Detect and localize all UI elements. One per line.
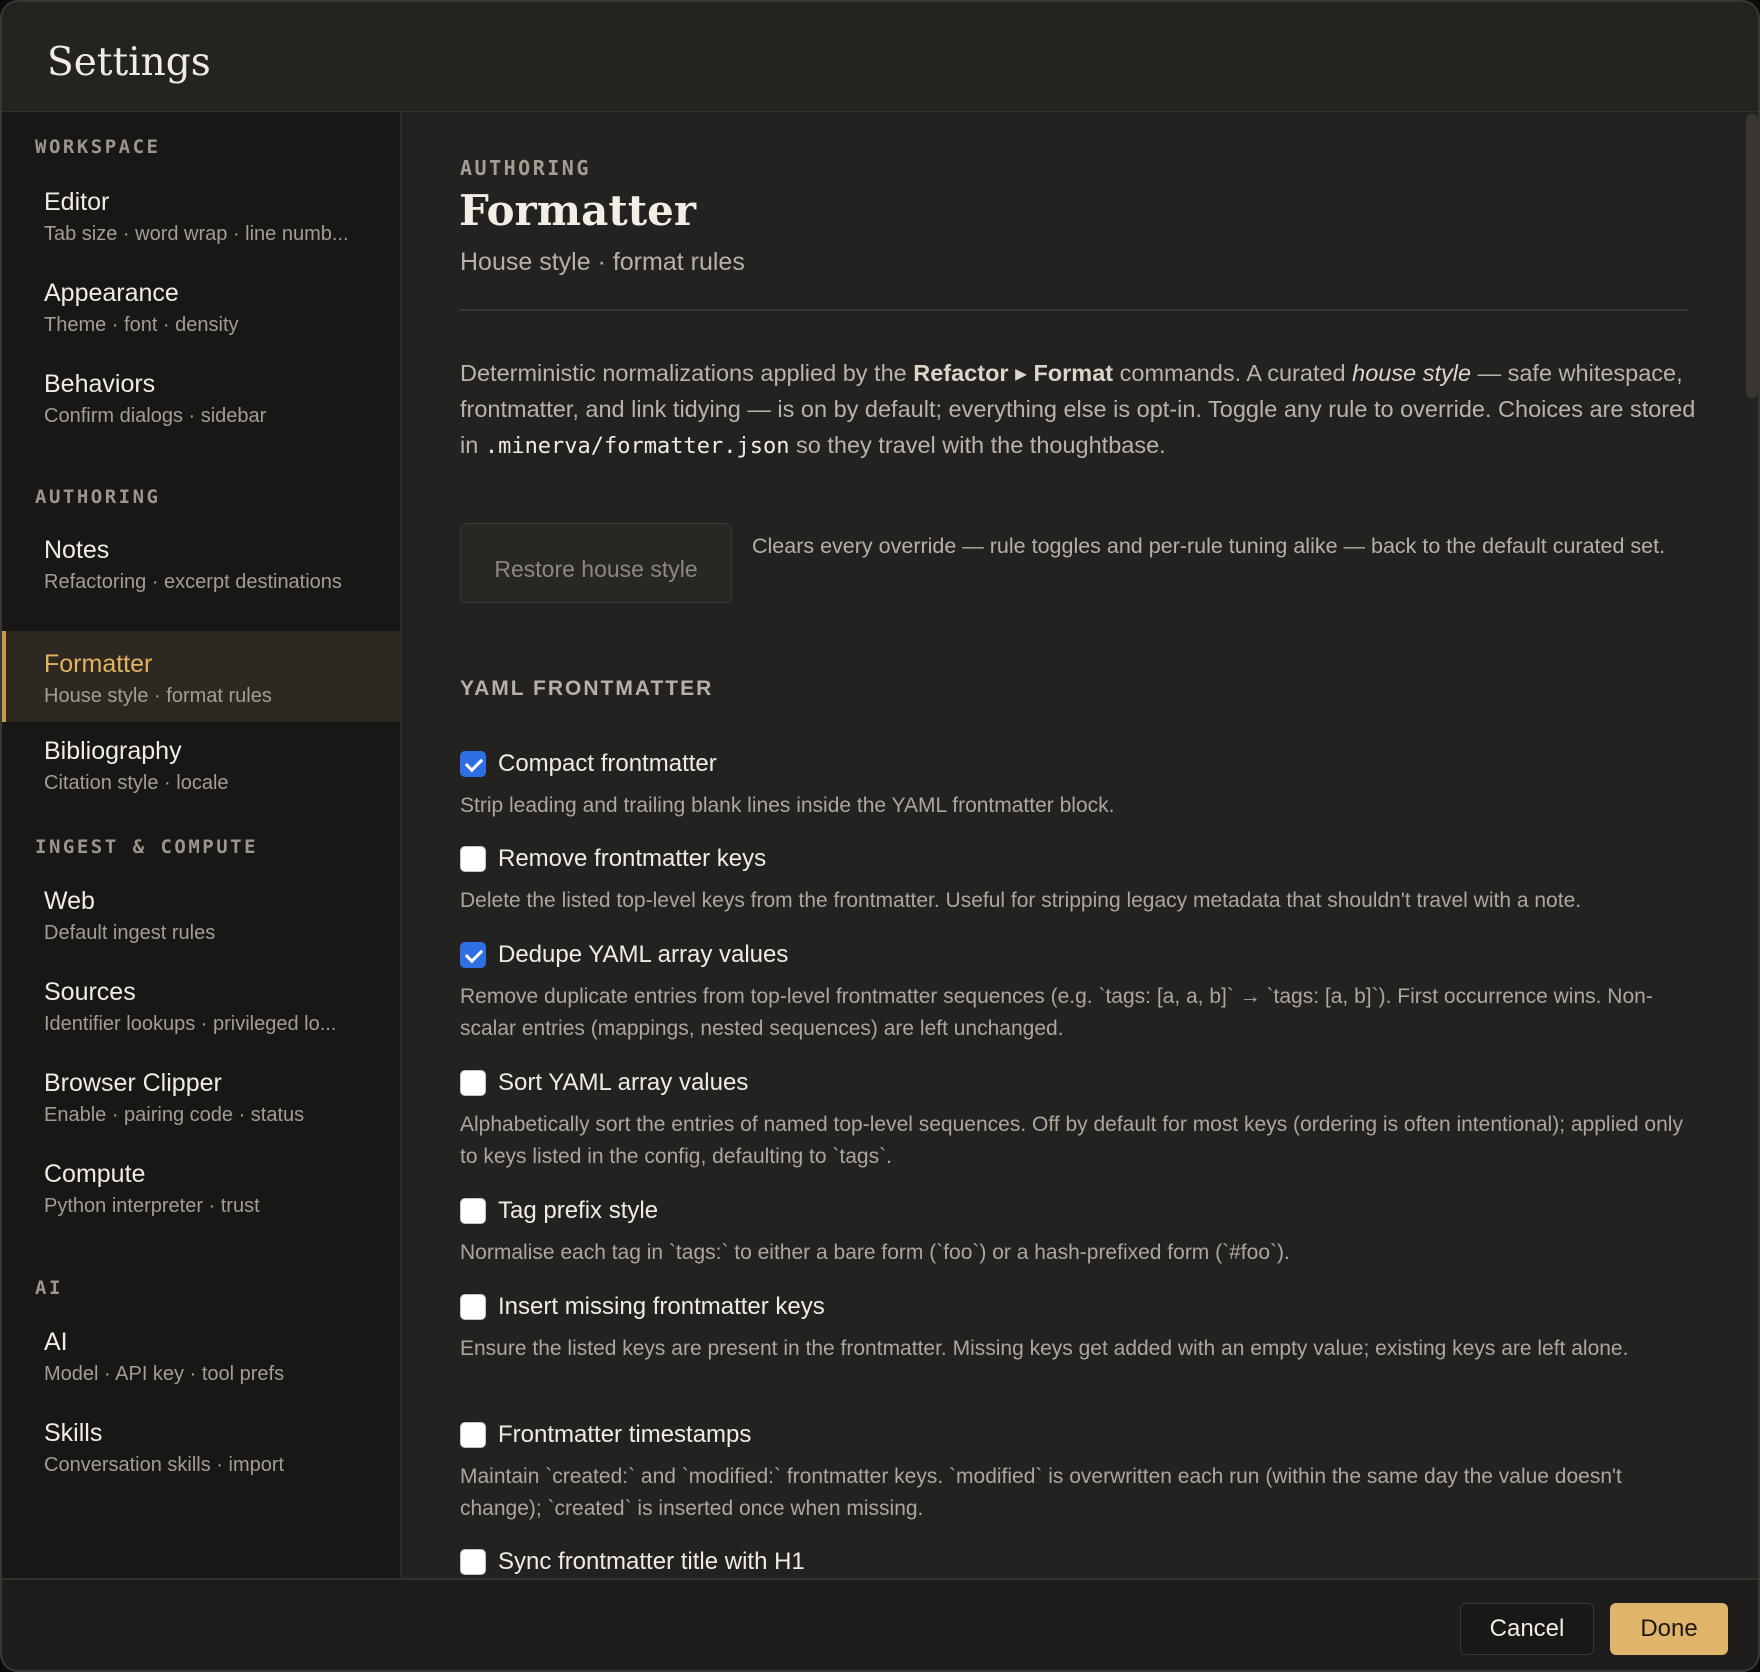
rule-sort-yaml-array-values: Sort YAML array values Alphabetically so… (460, 1067, 1720, 1173)
rule-checkbox[interactable] (460, 1198, 486, 1224)
header-divider (460, 309, 1688, 311)
rule-description: Delete the listed top-level keys from th… (460, 889, 1582, 912)
page-title: Formatter (459, 186, 696, 235)
rule-checkbox[interactable] (460, 1070, 486, 1096)
sidebar-item-subtitle: Refactoring · excerpt destinations (44, 571, 342, 593)
dialog-title: Settings (47, 40, 211, 85)
intro-arrow: ▸ (1008, 360, 1034, 386)
rule-description: Normalise each tag in `tags:` to either … (460, 1241, 1290, 1264)
rule-description: Alphabetically sort the entries of named… (460, 1113, 1683, 1168)
sidebar-item-title: Appearance (44, 279, 179, 307)
page-subtitle: House style · format rules (460, 248, 745, 276)
sidebar-item-title: Sources (44, 978, 136, 1006)
sidebar-item-title: Bibliography (44, 737, 182, 765)
cancel-button[interactable]: Cancel (1460, 1603, 1594, 1655)
settings-content[interactable]: AUTHORING Formatter House style · format… (402, 112, 1758, 1578)
rule-insert-missing-frontmatter-keys: Insert missing frontmatter keys Ensure t… (460, 1291, 1720, 1365)
sidebar-item-title: Formatter (44, 650, 153, 678)
rule-remove-frontmatter-keys: Remove frontmatter keys Delete the liste… (460, 843, 1720, 917)
rule-title[interactable]: Tag prefix style (498, 1195, 658, 1227)
sidebar-item-subtitle: Identifier lookups · privileged lo... (44, 1013, 337, 1035)
sidebar-item-bibliography[interactable]: Bibliography Citation style · locale (2, 722, 400, 813)
rule-title[interactable]: Sync frontmatter title with H1 (498, 1546, 805, 1578)
rule-sync-frontmatter-title: Sync frontmatter title with H1 (460, 1546, 1720, 1578)
sidebar-item-title: Skills (44, 1419, 103, 1447)
sidebar-item-title: Behaviors (44, 370, 156, 398)
sidebar-item-subtitle: Python interpreter · trust (44, 1195, 260, 1217)
intro-text: so they travel with the thoughtbase. (796, 432, 1166, 458)
sidebar-item-compute[interactable]: Compute Python interpreter · trust (2, 1145, 400, 1236)
sidebar-item-subtitle: Enable · pairing code · status (44, 1104, 305, 1126)
sidebar-item-formatter[interactable]: Formatter House style · format rules (2, 631, 400, 722)
sidebar-item-subtitle: Confirm dialogs · sidebar (44, 405, 267, 427)
sidebar-item-skills[interactable]: Skills Conversation skills · import (2, 1404, 400, 1495)
sidebar-item-subtitle: Citation style · locale (44, 772, 229, 794)
group-label-yaml-frontmatter: YAML FRONTMATTER (460, 677, 714, 700)
intro-config-path: .minerva/formatter.json (484, 434, 790, 459)
settings-dialog: Settings WORKSPACE Editor Tab size · wor… (0, 0, 1760, 1672)
sidebar-item-appearance[interactable]: Appearance Theme · font · density (2, 264, 400, 355)
intro-format: Format (1033, 360, 1114, 386)
restore-house-style-button[interactable]: Restore house style (460, 523, 732, 603)
sidebar-section-ingest-compute: INGEST & COMPUTE (35, 836, 259, 858)
sidebar-item-web[interactable]: Web Default ingest rules (2, 872, 400, 963)
rule-description: Ensure the listed keys are present in th… (460, 1337, 1629, 1360)
sidebar-item-editor[interactable]: Editor Tab size · word wrap · line numb.… (2, 173, 400, 264)
done-button[interactable]: Done (1610, 1603, 1728, 1655)
sidebar-item-title: Web (44, 887, 95, 915)
rule-title[interactable]: Sort YAML array values (498, 1067, 748, 1099)
sidebar-item-notes[interactable]: Notes Refactoring · excerpt destinations (2, 521, 400, 612)
sidebar-item-subtitle: Model · API key · tool prefs (44, 1363, 285, 1385)
rule-description: Maintain `created:` and `modified:` fron… (460, 1465, 1622, 1520)
sidebar-item-subtitle: Default ingest rules (44, 922, 216, 944)
rule-dedupe-yaml-array-values: Dedupe YAML array values Remove duplicat… (460, 939, 1720, 1045)
intro-text: Deterministic normalizations applied by … (460, 360, 914, 386)
intro-paragraph: Deterministic normalizations applied by … (460, 355, 1700, 465)
rule-tag-prefix-style: Tag prefix style Normalise each tag in `… (460, 1195, 1720, 1269)
sidebar-item-title: AI (44, 1328, 68, 1356)
sidebar-section-ai: AI (35, 1277, 63, 1299)
sidebar-item-sources[interactable]: Sources Identifier lookups · privileged … (2, 963, 400, 1054)
intro-house-style: house style (1352, 360, 1472, 386)
sidebar-item-ai[interactable]: AI Model · API key · tool prefs (2, 1313, 400, 1404)
sidebar-item-title: Editor (44, 188, 110, 216)
rule-checkbox[interactable] (460, 1422, 486, 1448)
rule-title[interactable]: Dedupe YAML array values (498, 939, 788, 971)
intro-text: commands. A curated (1113, 360, 1353, 386)
page-eyebrow: AUTHORING (460, 156, 591, 180)
rule-checkbox[interactable] (460, 1549, 486, 1575)
rule-description: Strip leading and trailing blank lines i… (460, 794, 1115, 817)
dialog-footer: Cancel Done (2, 1578, 1758, 1670)
sidebar-item-behaviors[interactable]: Behaviors Confirm dialogs · sidebar (2, 355, 400, 446)
intro-refactor: Refactor (913, 360, 1009, 386)
sidebar-item-title: Notes (44, 536, 110, 564)
sidebar-item-title: Browser Clipper (44, 1069, 222, 1097)
sidebar-item-title: Compute (44, 1160, 146, 1188)
settings-sidebar: WORKSPACE Editor Tab size · word wrap · … (2, 112, 402, 1578)
rule-title[interactable]: Insert missing frontmatter keys (498, 1291, 825, 1323)
rule-checkbox[interactable] (460, 846, 486, 872)
sidebar-item-subtitle: Conversation skills · import (44, 1454, 285, 1476)
rule-frontmatter-timestamps: Frontmatter timestamps Maintain `created… (460, 1419, 1720, 1525)
sidebar-item-browser-clipper[interactable]: Browser Clipper Enable · pairing code · … (2, 1054, 400, 1145)
rule-title[interactable]: Remove frontmatter keys (498, 843, 766, 875)
rule-title[interactable]: Frontmatter timestamps (498, 1419, 751, 1451)
sidebar-item-subtitle: House style · format rules (44, 685, 272, 707)
restore-description: Clears every override — rule toggles and… (752, 534, 1666, 558)
sidebar-item-subtitle: Theme · font · density (44, 314, 239, 336)
sidebar-item-subtitle: Tab size · word wrap · line numb... (44, 223, 349, 245)
rule-compact-frontmatter: Compact frontmatter Strip leading and tr… (460, 748, 1720, 822)
sidebar-section-workspace: WORKSPACE (35, 136, 161, 158)
rule-title[interactable]: Compact frontmatter (498, 748, 717, 780)
rule-description: Remove duplicate entries from top-level … (460, 985, 1653, 1040)
rule-checkbox[interactable] (460, 1294, 486, 1320)
rule-checkbox[interactable] (460, 942, 486, 968)
dialog-header: Settings (2, 2, 1758, 112)
sidebar-section-authoring: AUTHORING (35, 486, 161, 508)
rule-checkbox[interactable] (460, 751, 486, 777)
content-scrollbar[interactable] (1746, 114, 1758, 398)
